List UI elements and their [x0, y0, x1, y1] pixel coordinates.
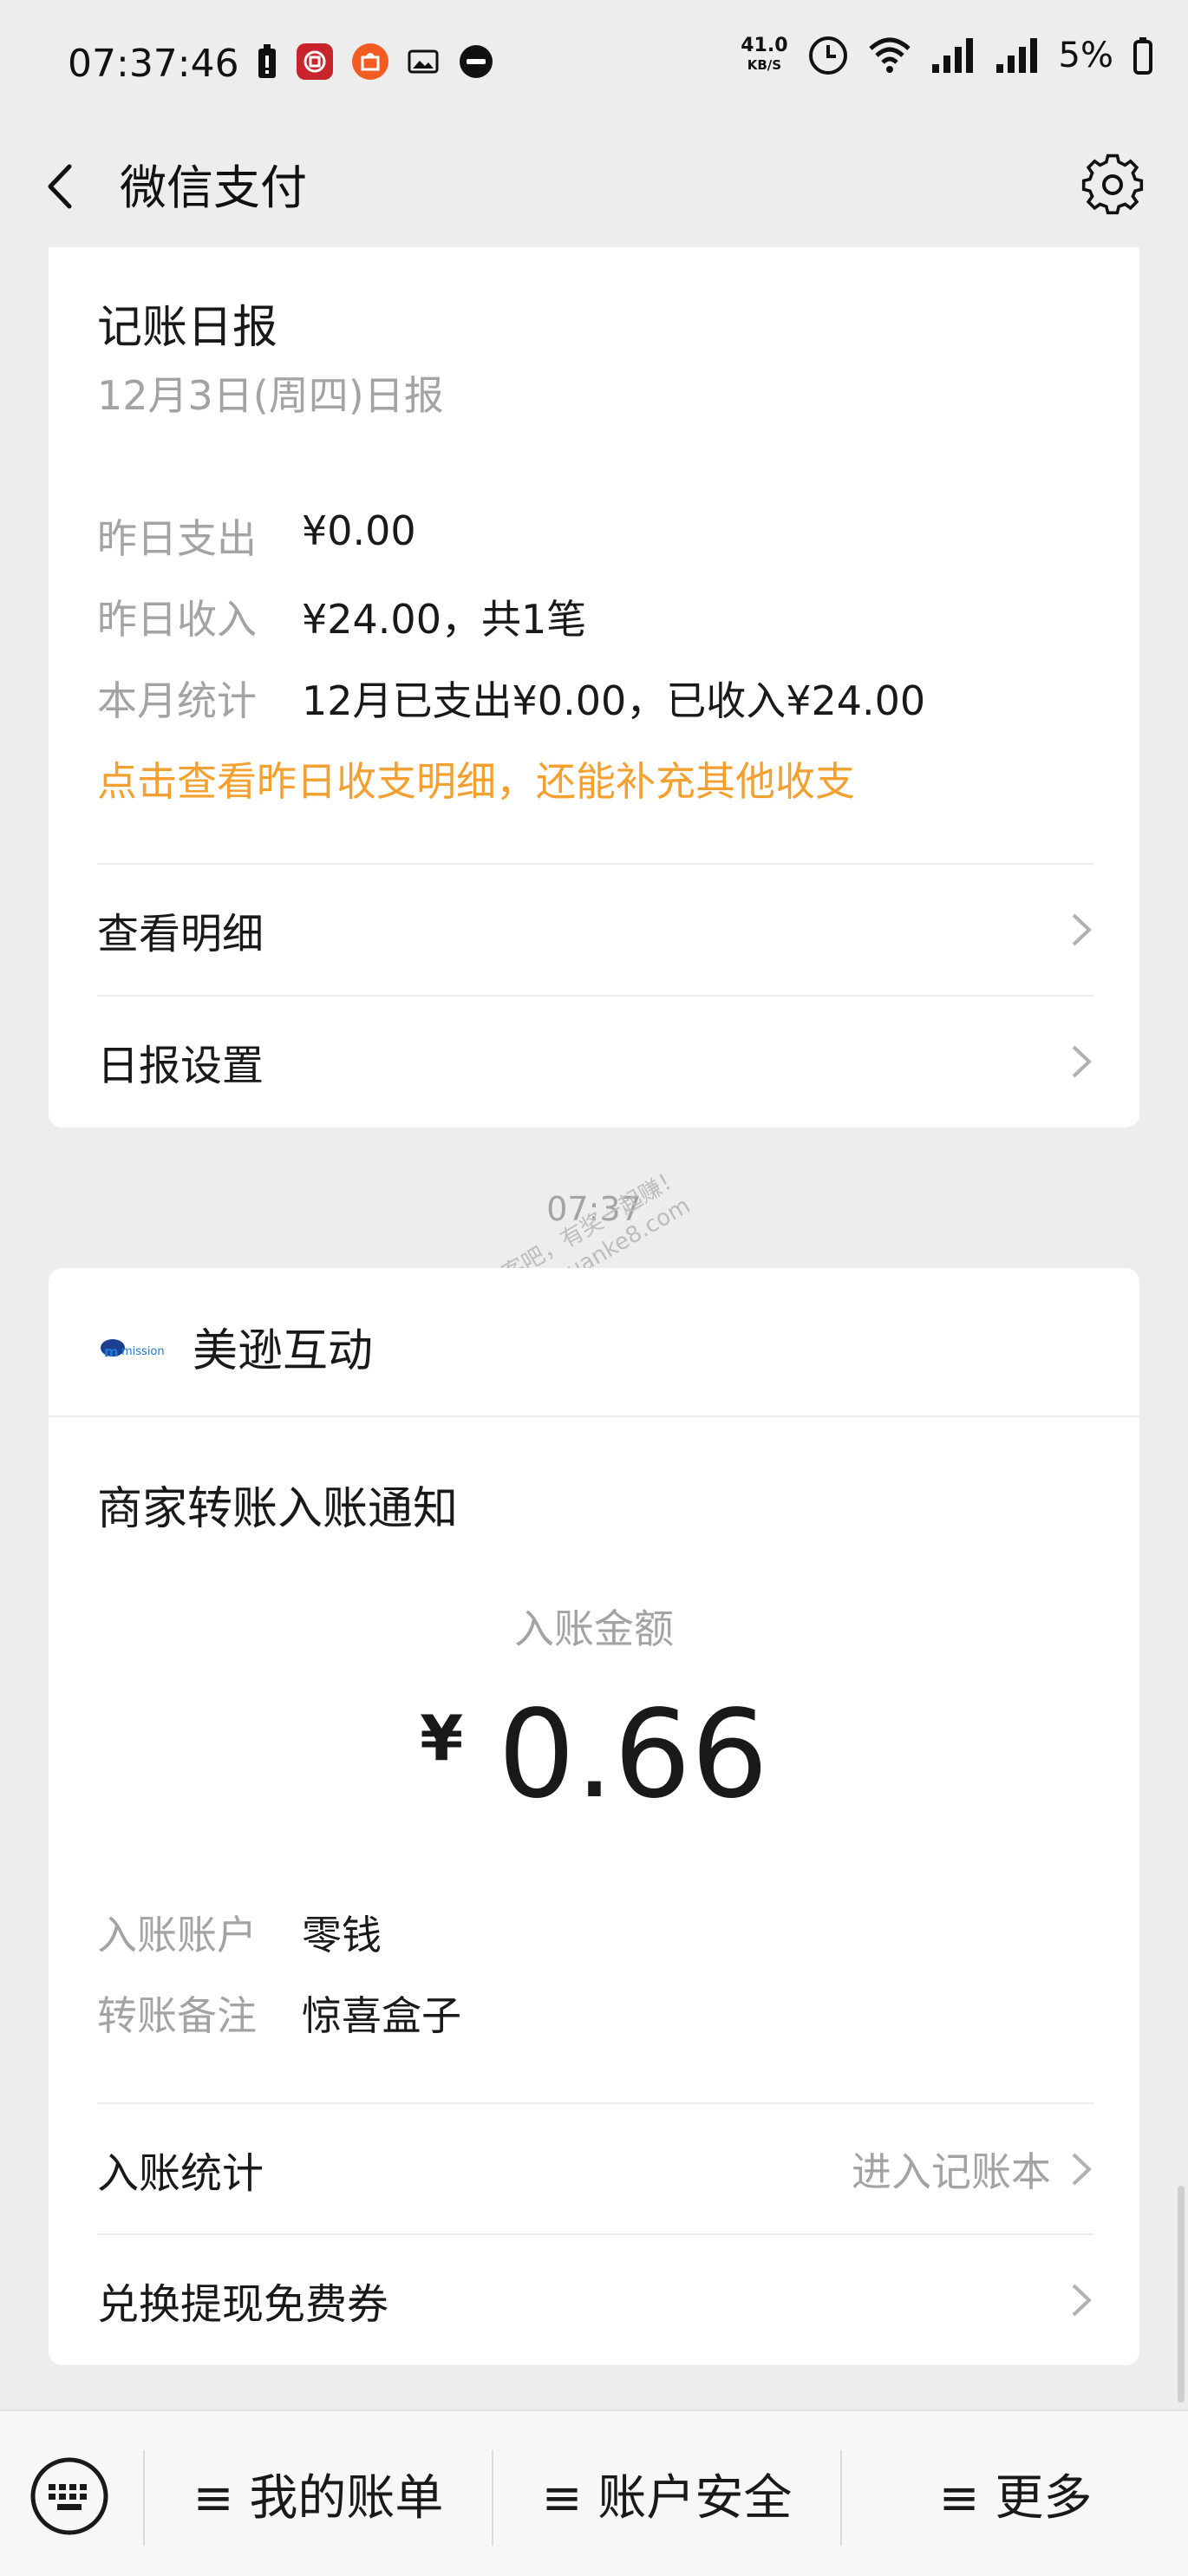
status-bar: 07:37:46 41.0 KB/S 5% [0, 0, 1188, 130]
menu-label: 日报设置 [97, 1042, 264, 1090]
notification-icons [257, 43, 494, 80]
coupon-item[interactable]: 兑换提现免费券 [97, 2235, 1094, 2365]
signal-icon-sim1 [931, 38, 973, 73]
battery-percentage: 5% [1058, 36, 1113, 75]
currency-symbol: ¥ [420, 1702, 464, 1775]
report-row-income: 昨日收入 ¥24.00，共1笔 [97, 588, 586, 645]
bottom-menu-bar: ≡ 我的账单 ≡ 账户安全 ≡ 更多 [0, 2409, 1188, 2576]
report-row-monthly: 本月统计 12月已支出¥0.00，已收入¥24.00 [97, 670, 925, 727]
scrollbar[interactable] [1178, 2186, 1185, 2403]
gear-icon[interactable] [1074, 146, 1152, 224]
view-details-link[interactable]: 点击查看昨日收支明细，还能补充其他收支 [97, 750, 855, 807]
income-stats-item[interactable]: 入账统计 进入记账本 [97, 2104, 1094, 2234]
status-time: 07:37:46 [68, 42, 239, 86]
merchant-header[interactable]: m mission 美逊互动 [97, 1307, 373, 1385]
amount-value: ¥0.66 [49, 1684, 1139, 1826]
chevron-right-icon [1072, 913, 1092, 946]
amount-number: 0.66 [498, 1684, 768, 1826]
row-value: 惊喜盒子 [302, 1992, 461, 2039]
row-label: 转账备注 [97, 1992, 257, 2039]
chevron-right-icon [1072, 2284, 1092, 2317]
chevron-right-icon [1072, 1045, 1092, 1078]
shopping-app-icon [352, 43, 388, 80]
svg-text:m: m [104, 1344, 119, 1360]
wifi-icon [868, 37, 911, 73]
menu-label: 兑换提现免费券 [97, 2280, 389, 2329]
row-value: 12月已支出¥0.00，已收入¥24.00 [302, 677, 926, 724]
battery-alert-icon [258, 44, 276, 78]
divider [49, 1415, 1139, 1417]
keyboard-icon[interactable] [28, 2455, 111, 2538]
notice-title: 商家转账入账通知 [97, 1483, 459, 1535]
view-details-item[interactable]: 查看明细 [97, 865, 1094, 995]
chevron-right-icon [1072, 2153, 1092, 2186]
row-value: ¥24.00，共1笔 [302, 596, 587, 643]
tab-more[interactable]: ≡ 更多 [842, 2411, 1188, 2576]
back-arrow-icon[interactable] [35, 147, 104, 226]
menu-label: 入账统计 [97, 2149, 264, 2198]
page-title: 微信支付 [120, 160, 307, 215]
battery-icon [1133, 37, 1152, 75]
system-icons: 41.0 KB/S 5% [741, 35, 1153, 76]
merchant-name: 美逊互动 [193, 1324, 374, 1377]
alarm-clock-icon [808, 36, 847, 75]
bank-app-icon [297, 43, 333, 80]
ledger-hint: 进入记账本 [852, 2148, 1051, 2195]
report-date: 12月3日(周四)日报 [97, 372, 444, 419]
net-speed: 41.0 KB/S [741, 35, 788, 74]
row-label: 入账账户 [97, 1912, 257, 1958]
account-row: 入账账户 零钱 [97, 1904, 382, 1961]
transfer-notice-card[interactable]: m mission 美逊互动 商家转账入账通知 入账金额 ¥0.66 入账账户 … [49, 1268, 1139, 2365]
row-label: 昨日收入 [97, 596, 257, 643]
nav-header: 微信支付 [0, 130, 1188, 247]
signal-icon-sim2 [995, 38, 1037, 73]
report-row-expense: 昨日支出 ¥0.00 [97, 507, 416, 565]
row-label: 昨日支出 [97, 515, 257, 562]
merchant-logo: m mission [101, 1339, 165, 1360]
menu-label: 查看明细 [97, 910, 264, 958]
sync-icon [460, 45, 493, 78]
report-settings-item[interactable]: 日报设置 [97, 997, 1094, 1127]
svg-text:mission: mission [121, 1345, 165, 1358]
tab-my-bills[interactable]: ≡ 我的账单 [145, 2411, 492, 2576]
row-label: 本月统计 [97, 677, 257, 724]
daily-report-card: 记账日报 12月3日(周四)日报 昨日支出 ¥0.00 昨日收入 ¥24.00，… [49, 247, 1139, 1128]
gallery-icon [408, 49, 439, 74]
amount-label: 入账金额 [514, 1605, 674, 1652]
row-value: ¥0.00 [302, 507, 416, 554]
report-title: 记账日报 [97, 302, 278, 354]
row-value: 零钱 [302, 1912, 382, 1958]
remark-row: 转账备注 惊喜盒子 [97, 1984, 461, 2042]
tab-account-security[interactable]: ≡ 账户安全 [493, 2411, 840, 2576]
